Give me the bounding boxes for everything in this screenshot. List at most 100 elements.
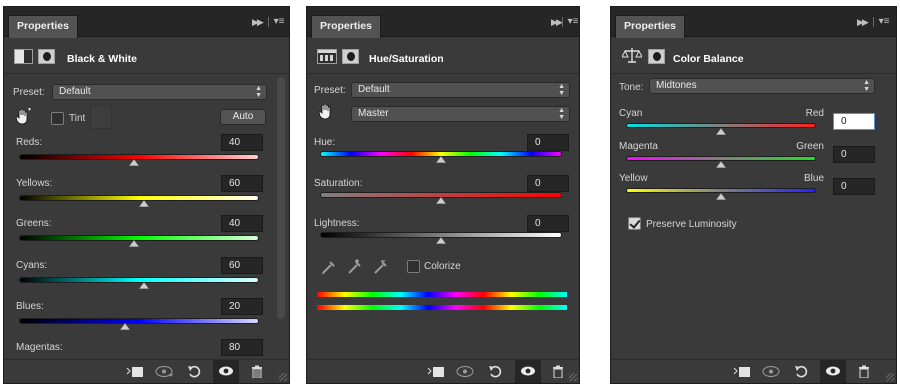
resize-grip-icon[interactable] [886,373,894,381]
adjustment-title: Black & White [67,53,138,65]
preset-label: Preset: [314,85,346,96]
properties-panel-black-white: Properties ▶▶ ▾≡ Black & White Preset: D… [3,6,290,384]
slider-thumb[interactable] [436,237,446,244]
tint-checkbox[interactable] [51,112,64,125]
preserve-luminosity-checkbox[interactable] [628,217,641,230]
slider-value-input[interactable]: 0 [833,178,875,195]
slider-label: Cyans: [16,260,48,271]
tone-label: Tone: [619,82,644,93]
properties-panel-hue-saturation: Properties ▶▶ ▾≡ Hue/Saturation Preset: … [306,6,580,384]
double-arrow-right-icon[interactable]: ▶▶ [252,17,264,28]
tint-color-swatch[interactable] [90,105,112,129]
view-previous-state-icon[interactable] [453,360,479,383]
reset-icon[interactable] [789,360,815,383]
slider-thumb[interactable] [436,197,446,204]
scales-balance-icon[interactable] [621,47,643,68]
trash-icon[interactable] [545,360,571,383]
trash-icon[interactable] [244,360,270,383]
reset-icon[interactable] [182,360,208,383]
adjustment-header: Color Balance [611,38,896,74]
slider-track[interactable] [20,319,258,323]
layer-mask-icon[interactable] [342,49,359,64]
tone-select[interactable]: Midtones ▲ ▼ [649,78,875,94]
select-arrows-icon: ▲ ▼ [558,83,565,97]
eyedropper-minus-icon[interactable] [373,259,389,278]
targeted-adjustment-hand-icon[interactable] [317,103,335,121]
targeted-adjustment-hand-icon[interactable] [14,107,32,126]
panel-titlebar: Properties ▶▶ ▾≡ [4,7,289,38]
slider-thumb[interactable] [119,323,130,330]
view-previous-state-icon[interactable] [759,360,785,383]
trash-icon[interactable] [851,360,877,383]
slider-left-label: Yellow [619,173,648,184]
layer-mask-icon[interactable] [648,49,665,64]
slider-label: Blues: [16,301,44,312]
slider-track[interactable] [627,124,815,127]
eye-icon[interactable] [213,360,239,383]
clip-to-layer-icon[interactable] [122,360,148,383]
properties-tab[interactable]: Properties [615,15,685,38]
slider-value-input[interactable]: 60 [221,175,263,192]
slider-label: Saturation: [314,178,363,189]
view-previous-state-icon[interactable] [152,360,178,383]
eye-icon[interactable] [515,360,541,383]
slider-value-input[interactable]: 0 [833,146,875,163]
eye-icon[interactable] [820,360,846,383]
slider-label: Magentas: [16,342,63,353]
tone-select-value: Midtones [656,80,697,91]
hue-saturation-adjustment-icon[interactable] [317,49,337,64]
slider-thumb[interactable] [716,193,726,200]
adjustment-title: Hue/Saturation [369,53,444,65]
slider-thumb[interactable] [138,282,149,289]
slider-value-input[interactable]: 0 [527,175,569,192]
slider-value-input[interactable]: 0 [833,113,875,130]
scrollbar[interactable] [277,77,285,319]
panel-menu-icon[interactable]: ▾≡ [562,16,579,28]
slider-thumb[interactable] [436,156,446,163]
slider-track[interactable] [627,157,815,160]
preset-select[interactable]: Default ▲ ▼ [351,82,570,98]
slider-left-label: Cyan [619,108,643,119]
slider-thumb[interactable] [129,159,140,166]
properties-tab[interactable]: Properties [8,15,78,38]
slider-value-input[interactable]: 80 [221,339,263,356]
reset-icon[interactable] [483,360,509,383]
panel-footer [4,359,289,383]
eyedropper-icon[interactable] [321,259,337,278]
slider-value-input[interactable]: 60 [221,257,263,274]
channel-select[interactable]: Master ▲ ▼ [351,106,570,122]
slider-thumb[interactable] [716,161,726,168]
slider-value-input[interactable]: 0 [527,134,569,151]
double-arrow-right-icon[interactable]: ▶▶ [551,17,563,28]
layer-mask-icon[interactable] [38,49,55,64]
panel-titlebar: Properties ▶▶ ▾≡ [307,7,579,38]
preset-label: Preset: [13,87,45,98]
slider-label: Reds: [16,137,43,148]
resize-grip-icon[interactable] [279,373,287,381]
auto-button[interactable]: Auto [220,109,266,125]
slider-thumb[interactable] [129,240,140,247]
slider-value-input[interactable]: 40 [221,215,263,232]
clip-to-layer-icon[interactable] [729,360,755,383]
clip-to-layer-icon[interactable] [423,360,449,383]
preset-select-value: Default [358,84,390,95]
slider-value-input[interactable]: 40 [221,134,263,151]
slider-thumb[interactable] [138,200,149,207]
slider-thumb[interactable] [716,128,726,135]
eyedropper-plus-icon[interactable] [347,259,363,278]
panel-menu-icon[interactable]: ▾≡ [268,16,286,28]
preserve-luminosity-label: Preserve Luminosity [646,219,737,230]
panel-menu-icon[interactable]: ▾≡ [873,16,891,28]
slider-value-input[interactable]: 0 [527,215,569,232]
double-arrow-right-icon[interactable]: ▶▶ [857,17,869,28]
slider-right-label: Blue [803,173,824,184]
properties-tab[interactable]: Properties [311,15,381,38]
slider-value-input[interactable]: 20 [221,298,263,315]
resize-grip-icon[interactable] [569,373,577,381]
colorize-checkbox[interactable] [407,260,420,273]
adjustment-header: Black & White [4,38,289,74]
slider-track[interactable] [627,189,815,192]
black-white-adjustment-icon[interactable] [14,49,33,64]
preset-select[interactable]: Default ▲ ▼ [52,84,267,100]
select-arrows-icon: ▲ ▼ [255,85,262,99]
